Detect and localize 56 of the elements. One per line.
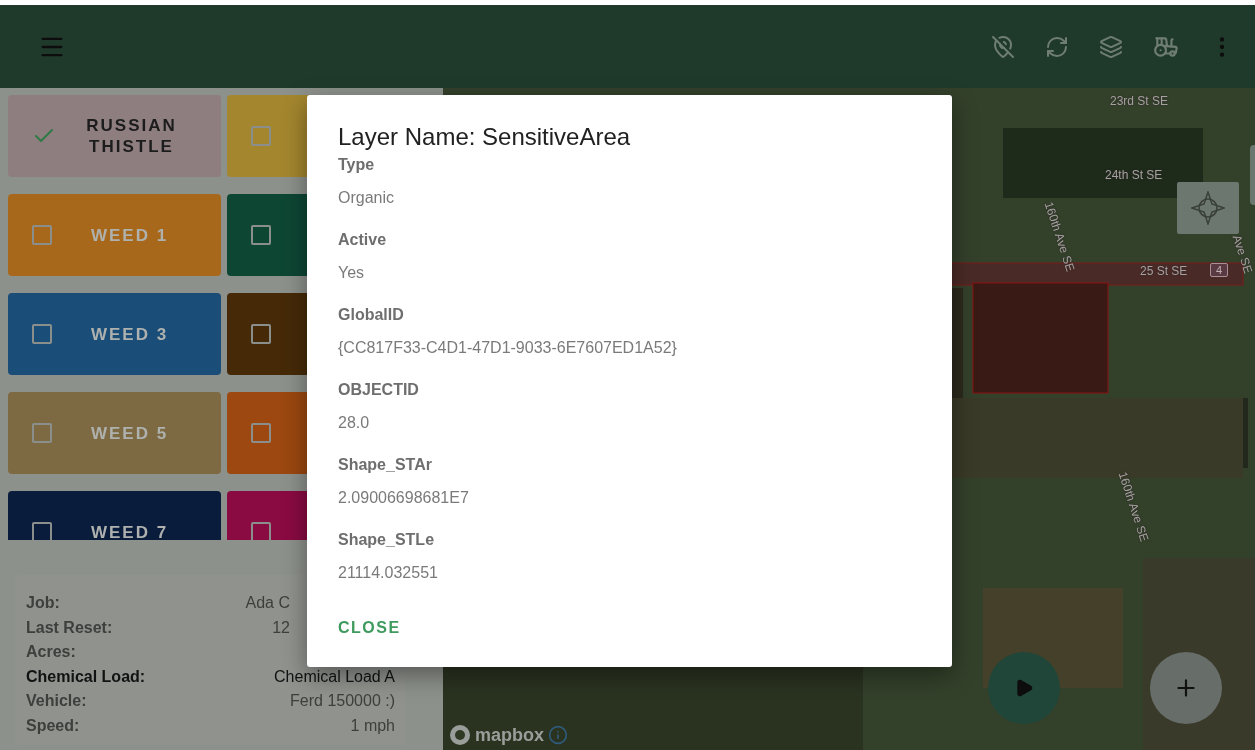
weed-toggle-button[interactable]: WEED 7: [8, 491, 221, 540]
info-icon: [548, 725, 568, 745]
checkbox-icon: [251, 225, 271, 245]
field-label: OBJECTID: [338, 380, 420, 400]
road-label: 160th Ave SE: [1041, 200, 1078, 274]
field-label: Type: [338, 155, 376, 175]
road-shield: 4: [1210, 263, 1229, 277]
compass-icon: [1191, 191, 1225, 225]
road-label: 25 St SE: [1140, 264, 1188, 278]
info-value: 1 mph: [350, 715, 395, 736]
side-handle: [1250, 145, 1255, 205]
map-attribution: mapbox: [475, 724, 544, 746]
road-label: Ave SE: [1229, 233, 1255, 276]
compass-button[interactable]: [1177, 182, 1239, 234]
field-value: 28.0: [338, 413, 371, 433]
mapbox-logo-icon: [449, 724, 471, 746]
checkbox-icon: [251, 324, 271, 344]
road-label: 160th Ave SE: [1115, 470, 1152, 544]
info-value: Ferd 150000 :): [290, 691, 395, 711]
sync-icon[interactable]: [1045, 34, 1069, 59]
checkbox-icon: [32, 522, 52, 540]
checkbox-icon: [32, 423, 52, 443]
dialog-title: Layer Name: SensitiveArea: [338, 122, 632, 152]
field-label: Shape_STLe: [338, 530, 436, 550]
play-icon: [1014, 678, 1034, 698]
location-off-icon[interactable]: [991, 34, 1015, 59]
checkbox-icon: [32, 225, 52, 245]
info-value: Chemical Load A: [274, 666, 395, 687]
info-value: 12: [272, 617, 290, 638]
info-label: Last Reset:: [26, 617, 114, 638]
road-label: 23rd St SE: [1110, 94, 1169, 108]
info-label: Speed:: [26, 715, 81, 736]
info-label: Acres:: [26, 642, 77, 662]
field-value: 2.09006698681E7: [338, 488, 470, 508]
field-label: Shape_STAr: [338, 455, 433, 475]
field-value: {CC817F33-C4D1-47D1-9033-6E7607ED1A52}: [338, 338, 678, 358]
info-label: Job:: [26, 593, 61, 613]
checkbox-icon: [251, 126, 271, 146]
weed-toggle-button[interactable]: RUSSIAN THISTLE: [8, 95, 221, 177]
checkbox-icon: [251, 423, 271, 443]
info-label: Chemical Load:: [26, 666, 146, 687]
field-value: Yes: [338, 263, 366, 283]
checkbox-icon: [32, 324, 52, 344]
field-label: Active: [338, 230, 388, 250]
checkbox-icon: [251, 522, 271, 540]
weed-toggle-button[interactable]: WEED 3: [8, 293, 221, 375]
info-label: Vehicle:: [26, 691, 88, 711]
info-value: Ada C: [245, 593, 290, 613]
field-value: 21114.032551: [338, 563, 439, 583]
field-value: Organic: [338, 188, 396, 208]
road-label: 24th St SE: [1105, 168, 1163, 182]
weed-toggle-button[interactable]: WEED 5: [8, 392, 221, 474]
field-label: GlobalID: [338, 305, 405, 325]
weed-toggle-button[interactable]: WEED 1: [8, 194, 221, 276]
layers-icon[interactable]: [1099, 34, 1123, 59]
close-button[interactable]: CLOSE: [332, 613, 407, 643]
